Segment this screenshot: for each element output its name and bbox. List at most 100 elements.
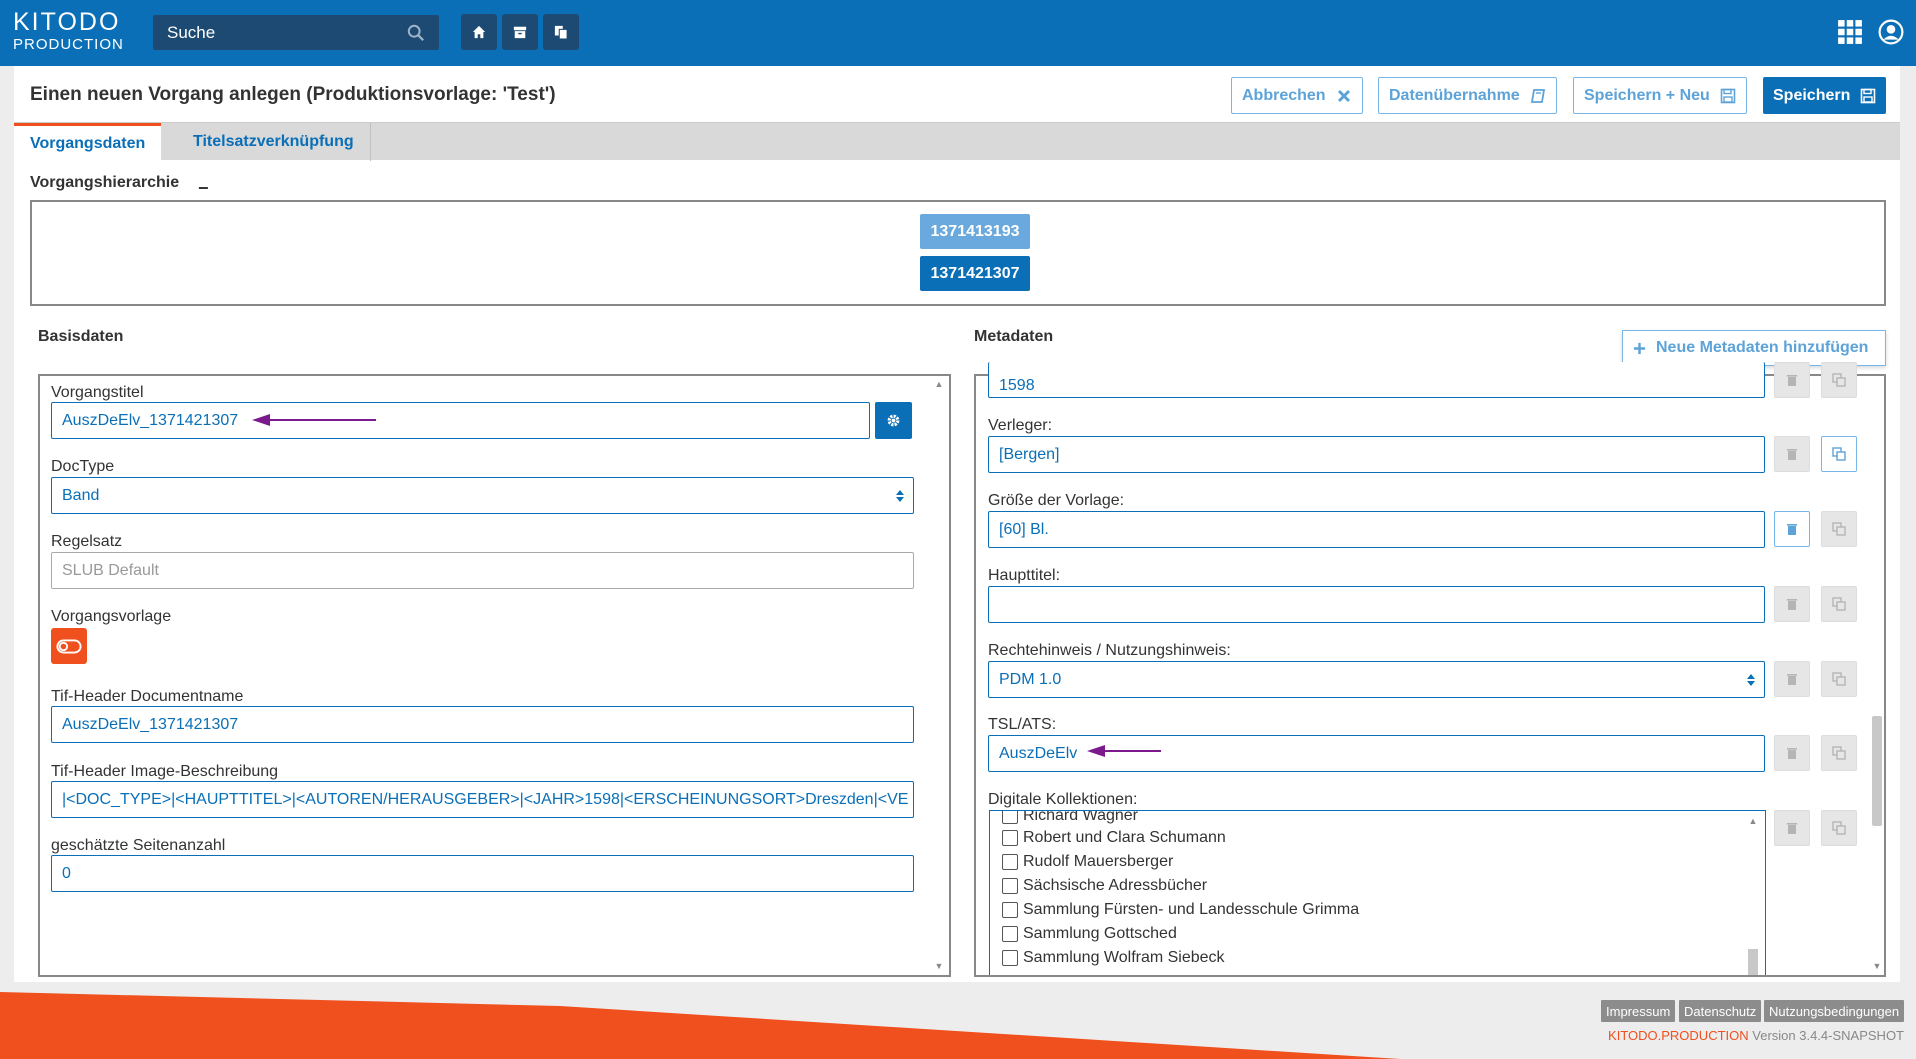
collection-checkbox[interactable]	[1002, 926, 1018, 942]
kitodo-logo[interactable]: KITODO PRODUCTION	[13, 8, 124, 53]
doctype-label: DocType	[51, 458, 115, 475]
annotation-arrow-icon	[252, 414, 376, 426]
hierarchy-node-parent[interactable]: 1371413193	[920, 214, 1030, 249]
basisdaten-title: Basisdaten	[38, 328, 124, 345]
copy-icon	[554, 25, 568, 39]
rights-value: PDM 1.0	[999, 670, 1062, 688]
add-metadata-label: Neue Metadaten hinzufügen	[1656, 339, 1869, 356]
tif-desc-input[interactable]: |<DOC_TYPE>|<HAUPTTITEL>|<AUTOREN/HERAUS…	[51, 781, 914, 818]
collection-checkbox[interactable]	[1002, 830, 1018, 846]
tif-name-label: Tif-Header Documentname	[51, 688, 244, 705]
delete-rights-button[interactable]	[1774, 661, 1810, 697]
rights-select[interactable]: PDM 1.0	[988, 661, 1765, 698]
list-scroll-up-icon[interactable]: ▲	[1747, 815, 1759, 827]
generate-title-button[interactable]	[875, 402, 912, 439]
apps-grid-icon[interactable]	[1837, 19, 1863, 45]
delete-year-button[interactable]	[1774, 362, 1810, 398]
search-icon[interactable]	[407, 24, 425, 42]
privacy-link[interactable]: Datenschutz	[1679, 1000, 1762, 1022]
template-toggle[interactable]	[51, 628, 87, 664]
save-icon	[1720, 88, 1736, 103]
collection-label: Sammlung Fürsten- und Landesschule Grimm…	[1023, 901, 1360, 918]
trash-icon	[1787, 599, 1797, 610]
doctype-select[interactable]: Band	[51, 477, 914, 514]
cancel-button[interactable]: Abbrechen	[1231, 77, 1363, 114]
select-arrows-icon	[896, 490, 904, 502]
publisher-label: Verleger:	[988, 417, 1053, 434]
collections-list[interactable]: Richard Wagner Robert und Clara Schumann…	[989, 810, 1766, 975]
duplicate-size-button[interactable]	[1821, 511, 1857, 547]
add-metadata-button[interactable]: Neue Metadaten hinzufügen	[1622, 330, 1886, 366]
scroll-up-icon[interactable]: ▲	[933, 378, 945, 390]
collapse-toggle[interactable]: −	[198, 178, 209, 199]
save-icon	[1861, 88, 1876, 103]
copy-button[interactable]	[543, 14, 579, 50]
collection-label: Sächsische Adressbücher	[1023, 877, 1208, 894]
duplicate-publisher-button[interactable]	[1821, 436, 1857, 472]
annotation-arrow-icon	[1087, 745, 1161, 757]
duplicate-icon	[1832, 447, 1846, 461]
save-new-button[interactable]: Speichern + Neu	[1573, 77, 1747, 114]
home-icon	[472, 25, 486, 39]
user-icon[interactable]	[1878, 19, 1904, 45]
delete-size-button[interactable]	[1774, 511, 1810, 547]
process-title-input[interactable]: AuszDeElv_1371421307	[51, 402, 870, 439]
duplicate-icon	[1832, 373, 1846, 387]
tab-vorgangsdaten[interactable]: Vorgangsdaten	[14, 123, 161, 161]
duplicate-collections-button[interactable]	[1821, 810, 1857, 846]
hierarchy-node-current[interactable]: 1371421307	[920, 256, 1030, 291]
collection-checkbox[interactable]	[1002, 950, 1018, 966]
collections-label: Digitale Kollektionen:	[988, 791, 1138, 808]
scroll-down-icon[interactable]: ▼	[933, 960, 945, 972]
save-button[interactable]: Speichern	[1763, 77, 1887, 114]
tif-desc-label: Tif-Header Image-Beschreibung	[51, 763, 279, 780]
import-button[interactable]: Datenübernahme	[1378, 77, 1557, 114]
collection-checkbox[interactable]	[1002, 811, 1018, 824]
duplicate-year-button[interactable]	[1821, 362, 1857, 398]
cancel-label: Abbrechen	[1242, 86, 1326, 104]
year-input[interactable]: 1598	[988, 362, 1765, 398]
tab-titelsatzverknuepfung[interactable]: Titelsatzverknüpfung	[177, 123, 371, 161]
delete-publisher-button[interactable]	[1774, 436, 1810, 472]
hierarchy-box: 1371413193 1371421307	[30, 200, 1886, 306]
trash-icon	[1787, 375, 1797, 386]
pages-input[interactable]: 0	[51, 855, 914, 892]
duplicate-main-title-button[interactable]	[1821, 586, 1857, 622]
collection-checkbox[interactable]	[1002, 902, 1018, 918]
collection-item[interactable]: Rudolf Mauersberger	[1002, 851, 1173, 873]
duplicate-rights-button[interactable]	[1821, 661, 1857, 697]
size-input[interactable]: [60] Bl.	[988, 511, 1765, 548]
import-label: Datenübernahme	[1389, 86, 1520, 104]
collection-item[interactable]: Richard Wagner	[1002, 811, 1138, 827]
duplicate-tsl-button[interactable]	[1821, 735, 1857, 771]
publisher-input[interactable]: [Bergen]	[988, 436, 1765, 473]
collection-item[interactable]: Sammlung Gottsched	[1002, 923, 1177, 945]
metadata-scroll-thumb[interactable]	[1872, 716, 1882, 826]
search-input[interactable]	[153, 15, 439, 50]
save-new-label: Speichern + Neu	[1584, 86, 1710, 104]
collection-item[interactable]: Sächsische Adressbücher	[1002, 875, 1207, 897]
terms-link[interactable]: Nutzungsbedingungen	[1764, 1000, 1905, 1022]
impressum-link[interactable]: Impressum	[1601, 1000, 1676, 1022]
scroll-down-icon[interactable]: ▼	[1871, 960, 1883, 972]
page-title: Einen neuen Vorgang anlegen (Produktions…	[30, 84, 556, 105]
logo-line1: KITODO	[13, 8, 121, 36]
doctype-value: Band	[62, 486, 100, 504]
delete-tsl-button[interactable]	[1774, 735, 1810, 771]
archive-button[interactable]	[502, 14, 538, 50]
delete-main-title-button[interactable]	[1774, 586, 1810, 622]
save-label: Speichern	[1773, 86, 1851, 104]
collection-item[interactable]: Sammlung Fürsten- und Landesschule Grimm…	[1002, 899, 1359, 921]
tif-name-input[interactable]: AuszDeElv_1371421307	[51, 706, 914, 743]
main-title-input[interactable]	[988, 586, 1765, 623]
delete-collections-button[interactable]	[1774, 810, 1810, 846]
collection-item[interactable]: Robert und Clara Schumann	[1002, 827, 1226, 849]
home-button[interactable]	[461, 14, 497, 50]
collection-checkbox[interactable]	[1002, 878, 1018, 894]
list-scroll-thumb[interactable]	[1748, 949, 1758, 975]
collection-item[interactable]: Sammlung Wolfram Siebeck	[1002, 947, 1225, 969]
toggle-icon	[56, 639, 82, 653]
collection-checkbox[interactable]	[1002, 854, 1018, 870]
book-icon	[1530, 88, 1545, 103]
archive-icon	[513, 26, 527, 39]
